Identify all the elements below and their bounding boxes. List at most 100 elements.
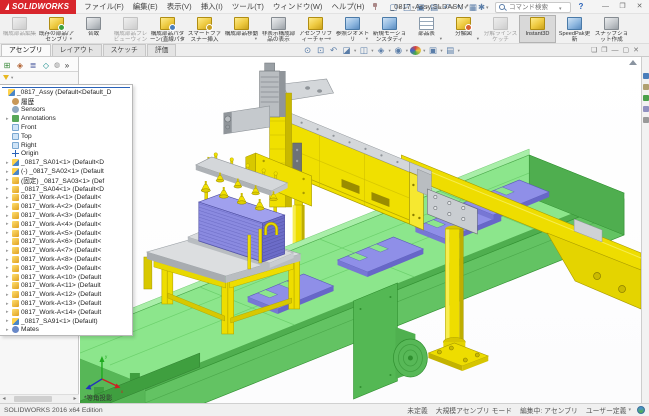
tree-item[interactable]: ▸ 0817_Work-A<10> (Default [0, 273, 132, 282]
close-button[interactable]: ✕ [632, 2, 647, 13]
tree-item[interactable]: ▸ 0817_Work-A<8> (Default< [0, 255, 132, 264]
menu-item[interactable]: 編集(E) [129, 0, 162, 13]
ribbon-button[interactable]: 構成部品移動 ▾ [223, 15, 260, 43]
ribbon-tab[interactable]: 評価 [147, 44, 177, 56]
dropdown-arrow-icon[interactable]: ▾ [366, 36, 368, 42]
graphics-viewport[interactable]: y x *等角投影 [80, 57, 641, 403]
ribbon-button[interactable]: 分解ラインスケッチ [482, 15, 519, 43]
tree-item[interactable]: ▸ 0817_Work-A<5> (Default< [0, 229, 132, 238]
ribbon-tab[interactable]: アセンブリ [1, 44, 51, 56]
dropdown-arrow-icon[interactable]: ▾ [354, 48, 356, 54]
minimize-button[interactable]: — [598, 2, 613, 13]
dropdown-arrow-icon[interactable]: ▾ [255, 36, 257, 42]
model-canvas[interactable]: y x [80, 57, 641, 403]
task-pane-tab-icon[interactable] [643, 128, 649, 134]
dropdown-arrow-icon[interactable]: ▾ [477, 36, 479, 42]
tree-item[interactable]: Front [0, 123, 132, 132]
ribbon-tab[interactable]: スケッチ [103, 44, 146, 56]
tree-item[interactable]: ▸ 0817_Work-A<12> (Default [0, 290, 132, 299]
dropdown-arrow-icon[interactable]: ▾ [423, 48, 425, 54]
dropdown-arrow-icon[interactable]: ▾ [406, 48, 408, 54]
menu-item[interactable]: ヘルプ(H) [327, 0, 368, 13]
task-pane-tab-icon[interactable] [643, 73, 649, 79]
help-button[interactable]: ? [575, 0, 587, 14]
panel-tab-icon[interactable]: » [61, 58, 73, 71]
dropdown-arrow-icon[interactable]: ▾ [440, 36, 442, 42]
ribbon-button[interactable]: SpeedPak更新 [556, 15, 593, 43]
tree-item[interactable]: ▸ 0817_Work-A<6> (Default< [0, 238, 132, 247]
headsup-icon[interactable]: ◉ [393, 45, 404, 56]
task-pane-tab-icon[interactable] [643, 117, 649, 123]
pin-icon[interactable] [371, 3, 378, 10]
menu-item[interactable]: 表示(V) [163, 0, 196, 13]
task-pane-tab-icon[interactable] [643, 84, 649, 90]
restore-button[interactable]: ❐ [615, 2, 630, 13]
quick-access-button[interactable]: ▦ [469, 1, 477, 13]
panel-tab-icon[interactable]: ⊞ [1, 58, 13, 71]
headsup-icon[interactable]: ▣ [427, 45, 438, 56]
tree-item[interactable]: ▸ 0817_Work-A<7> (Default< [0, 246, 132, 255]
units-dropdown-icon[interactable]: ▾ [628, 407, 631, 413]
tree-item[interactable]: ▸ 0817_Work-A<1> (Default< [0, 194, 132, 203]
menu-item[interactable]: ファイル(F) [80, 0, 128, 13]
tree-item[interactable]: ▸ 0817_Work-A<3> (Default< [0, 211, 132, 220]
headsup-icon[interactable]: ◫ [358, 45, 369, 56]
tree-item[interactable]: Sensors [0, 106, 132, 115]
ribbon-button[interactable]: 新規モーションスタディ [371, 15, 408, 43]
tree-item[interactable]: ▸ 0817_Work-A<14> (Default [0, 308, 132, 317]
dropdown-arrow-icon[interactable]: ▾ [70, 36, 72, 42]
quick-access-button[interactable]: ✱ [478, 1, 485, 13]
cascade-windows-icon[interactable]: ❐ [601, 46, 607, 56]
tree-item[interactable]: ▸ _0817_SA91<1> (Default) [0, 317, 132, 326]
doc-close-icon[interactable]: ✕ [633, 46, 639, 56]
tree-item[interactable]: ▸ _0817_SA01<1> (Default<D [0, 158, 132, 167]
tree-item[interactable]: ▸ 0817_Work-A<9> (Default< [0, 264, 132, 273]
tree-item[interactable]: Origin [0, 150, 132, 159]
menu-item[interactable]: 挿入(I) [197, 0, 227, 13]
globe-icon[interactable] [637, 406, 645, 414]
ribbon-button[interactable]: 分解図 ▾ [445, 15, 482, 43]
panel-tab-icon[interactable]: ◇ [40, 58, 52, 71]
menu-item[interactable]: ツール(T) [228, 0, 268, 13]
ribbon-button[interactable]: Instant3D [519, 15, 556, 43]
ribbon-button[interactable]: 既存の部品/アセンブリ ▾ [38, 15, 75, 43]
dropdown-arrow-icon[interactable]: ▾ [486, 5, 489, 11]
menu-item[interactable]: ウィンドウ(W) [269, 0, 327, 13]
headsup-icon[interactable]: ⊙ [302, 45, 313, 56]
panel-tab-icon[interactable]: ≣ [27, 58, 39, 71]
ribbon-button[interactable]: 参照ジオメトリ ▾ [334, 15, 371, 43]
tree-item[interactable]: ▸ Annotations [0, 114, 132, 123]
tree-item[interactable]: ▸ (-) _0817_SA02<1> (Default [0, 167, 132, 176]
doc-minimize-icon[interactable]: — [612, 46, 619, 56]
search-dropdown-icon[interactable]: ▾ [559, 6, 562, 12]
ribbon-button[interactable]: スナップショット作成 [593, 15, 630, 43]
tree-item[interactable]: ▸ 0817_Work-A<13> (Default [0, 299, 132, 308]
headsup-icon[interactable]: ↶ [328, 45, 339, 56]
panel-tab-icon[interactable]: ◈ [14, 58, 26, 71]
dropdown-arrow-icon[interactable]: ▾ [458, 48, 460, 54]
new-window-icon[interactable]: ❏ [591, 46, 597, 56]
tree-item[interactable]: 履歴 [0, 97, 132, 106]
panel-horizontal-scrollbar[interactable]: ◂ ▸ [0, 394, 79, 403]
ribbon-button[interactable]: スマートファスナー挿入 [186, 15, 223, 43]
ribbon-button[interactable]: 合致 [75, 15, 112, 43]
ribbon-button[interactable]: 非表示構成部品の表示 [260, 15, 297, 43]
dropdown-arrow-icon[interactable]: ▾ [329, 36, 331, 42]
ribbon-tab[interactable]: レイアウト [52, 44, 102, 56]
tree-item[interactable]: ▸ 0817_Work-A<2> (Default< [0, 202, 132, 211]
tree-item[interactable]: ▸ 0817_Work-A<4> (Default< [0, 220, 132, 229]
task-pane-tab-icon[interactable] [643, 95, 649, 101]
tree-item[interactable]: ▸ (固定) _0817_SA03<1> (Def [0, 176, 132, 185]
tree-item[interactable]: Right [0, 141, 132, 150]
tree-item[interactable]: ▸ _0817_SA04<1> (Default<D [0, 185, 132, 194]
dropdown-arrow-icon[interactable]: ▾ [389, 48, 391, 54]
headsup-icon[interactable]: ◈ [376, 45, 387, 56]
ribbon-button[interactable]: 構成部品プレビューウィンドウ [112, 15, 149, 43]
scrollbar-thumb[interactable] [14, 396, 52, 402]
tree-filter[interactable]: ▾ [0, 72, 78, 83]
panel-tab-icon[interactable]: ◍ [53, 58, 60, 71]
tree-item[interactable]: ▸ 0817_Work-A<11> (Default [0, 282, 132, 291]
dropdown-arrow-icon[interactable]: ▾ [371, 48, 373, 54]
tree-item[interactable]: ▸ Mates [0, 326, 132, 335]
dropdown-arrow-icon[interactable]: ▾ [181, 36, 183, 42]
